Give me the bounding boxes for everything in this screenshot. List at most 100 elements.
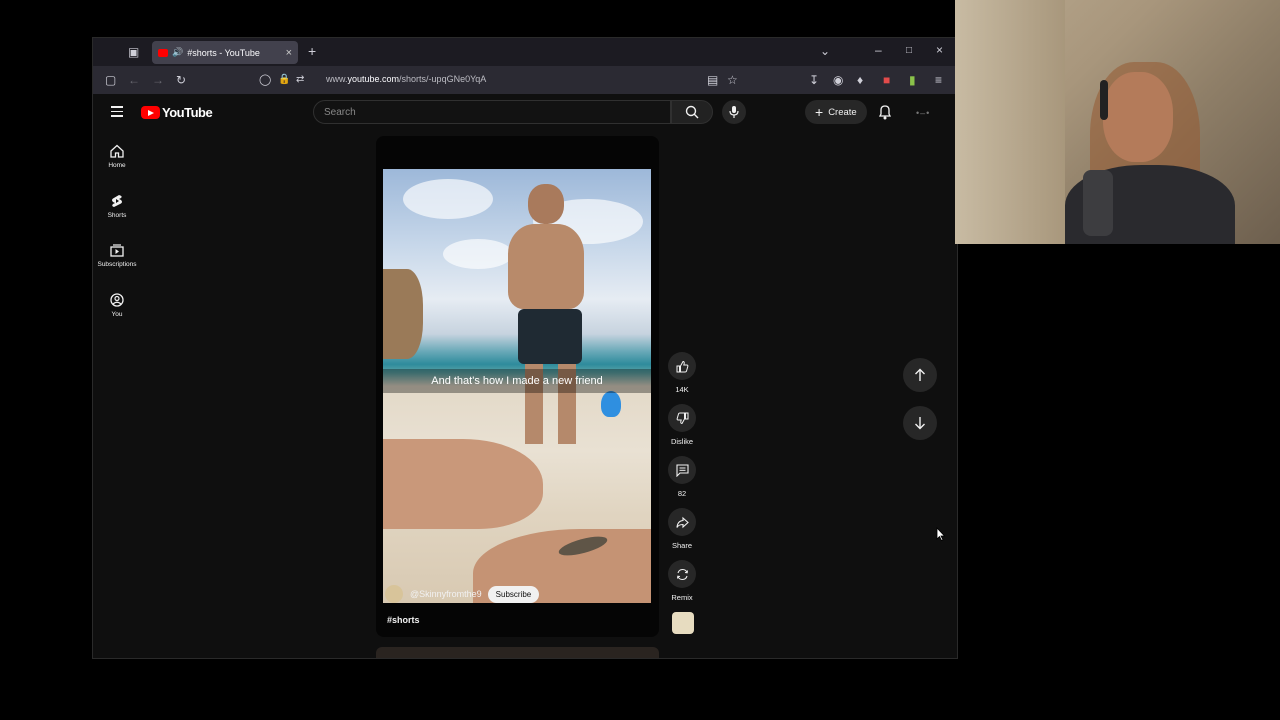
logo-text: YouTube [162,105,213,120]
video-person-torso [508,224,584,309]
comment-count: 82 [677,489,687,498]
channel-avatar[interactable] [385,585,403,603]
url-path: /shorts/-upqGNe0YqA [399,74,487,84]
forward-icon[interactable]: → [152,73,164,87]
previous-short-button[interactable] [903,358,937,392]
remix-button[interactable]: Remix [663,560,701,602]
thumbs-up-icon [676,360,688,372]
youtube-favicon-icon [158,48,168,57]
account-icon[interactable]: ◉ [833,73,843,87]
navigation-bar: ▢ ← → ↻ ◯ 🔒 ⇄ www.youtube.com/shorts/-up… [93,66,957,94]
new-tab-icon[interactable]: + [308,44,316,58]
channel-row: @Skinnyfromthe9 Subscribe [385,585,540,603]
tab-title: #shorts - YouTube [187,47,260,58]
lock-icon[interactable]: 🔒 [278,73,290,87]
maximize-icon[interactable]: □ [906,44,912,58]
video-hat-edge [383,269,423,359]
extension-badge-icon[interactable]: ■ [883,73,890,87]
tab-close-icon[interactable]: × [286,47,292,59]
extensions-icon[interactable]: ♦ [857,73,863,87]
sidebar-item-label: Shorts [107,212,127,219]
sidebar-item-subscriptions[interactable]: Subscriptions [93,243,141,268]
sidebar-item-home[interactable]: Home [93,144,141,169]
dislike-button[interactable]: Dislike [663,404,701,446]
notifications-bell-icon[interactable] [878,104,892,120]
video-cloud [443,239,513,269]
webcam-overlay [955,0,1280,244]
url-prefix: www. [326,74,348,84]
dislike-label: Dislike [670,437,694,446]
create-button[interactable]: + Create [805,100,867,124]
youtube-logo[interactable]: YouTube [141,105,213,120]
tab-bar: ▣ 🔊 #shorts - YouTube × + ⌄ – □ × [93,38,957,66]
sidebar-item-label: Home [108,162,126,169]
video-person-head [528,184,564,224]
webcam-microphone [1083,170,1113,236]
next-short-button[interactable] [903,406,937,440]
permissions-icon[interactable]: ⇄ [296,73,304,87]
share-button[interactable]: Share [663,508,701,550]
remix-label: Remix [671,593,693,602]
create-label: Create [828,106,857,118]
next-short-preview[interactable] [376,647,659,658]
list-tabs-icon[interactable]: ⌄ [820,44,830,58]
reader-view-icon[interactable]: ▤ [707,73,718,87]
speaker-icon[interactable]: 🔊 [172,47,183,58]
url-field[interactable]: www.youtube.com/shorts/-upqGNe0YqA [326,74,486,84]
sidebar-toggle-icon[interactable]: ▢ [105,73,116,87]
shorts-icon [112,195,122,207]
share-label: Share [671,541,692,550]
comment-icon [675,463,689,477]
menu-icon[interactable]: ≡ [935,73,942,87]
avatar-loading-icon[interactable]: •–• [916,108,930,118]
minimize-icon[interactable]: – [875,43,882,57]
sidebar-item-label: Subscriptions [97,261,137,268]
microphone-icon [729,106,739,118]
youtube-header: YouTube Search + Create •–• [93,94,957,132]
like-button[interactable]: 14K [663,352,701,394]
thumbs-down-icon [676,412,688,424]
short-video[interactable]: And that's how I made a new friend [383,169,651,603]
url-domain: youtube.com [347,74,400,84]
video-cloud [403,179,493,219]
tab-overview-icon[interactable]: ▣ [128,45,139,59]
downloads-icon[interactable]: ↧ [809,73,819,87]
sidebar-item-shorts[interactable]: Shorts [93,194,141,219]
share-icon [675,516,689,528]
bookmark-star-icon[interactable]: ☆ [727,73,738,87]
you-profile-icon [110,293,124,307]
youtube-play-icon [141,106,160,119]
home-icon [110,144,124,158]
sidebar-item-label: You [111,311,123,318]
search-button[interactable] [671,100,713,124]
video-person-shorts [518,309,582,364]
video-caption: And that's how I made a new friend [383,369,651,393]
mouse-cursor-icon [936,527,946,541]
webcam-headphones [1100,80,1108,120]
close-window-icon[interactable]: × [936,43,943,57]
plus-icon: + [815,104,824,120]
shield-icon[interactable]: ◯ [259,73,271,87]
reload-icon[interactable]: ↻ [176,73,186,87]
subscribe-button[interactable]: Subscribe [487,585,540,603]
search-input[interactable]: Search [313,100,671,124]
hashtag-link[interactable]: #shorts [387,615,420,625]
tab-active[interactable]: 🔊 #shorts - YouTube × [152,41,298,64]
search-icon [685,105,699,119]
sidebar-item-you[interactable]: You [93,293,141,318]
remix-icon [676,568,688,580]
extension-equalizer-icon[interactable]: ▮ [909,73,916,87]
back-icon[interactable]: ← [128,73,140,87]
voice-search-button[interactable] [722,100,746,124]
channel-name[interactable]: @Skinnyfromthe9 [410,589,482,599]
browser-window: ▣ 🔊 #shorts - YouTube × + ⌄ – □ × ▢ ← → … [92,37,958,659]
comments-button[interactable]: 82 [663,456,701,498]
guide-menu-icon[interactable] [111,106,123,120]
subscriptions-icon [110,244,124,257]
webcam-wall [955,0,1065,244]
video-foreground-leg [383,439,543,529]
video-blue-shovel [601,391,621,417]
arrow-up-icon [915,368,925,381]
sound-avatar[interactable] [672,612,694,634]
arrow-down-icon [915,417,925,430]
